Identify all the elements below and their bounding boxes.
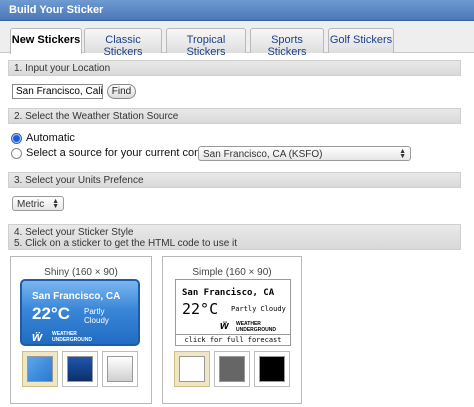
tab-new-stickers[interactable]: New Stickers: [10, 28, 82, 54]
tab-sports-stickers[interactable]: Sports Stickers: [250, 28, 324, 58]
simple-brand: WEATHER UNDERGROUND: [236, 321, 276, 333]
tab-tropical-stickers[interactable]: Tropical Stickers: [166, 28, 246, 58]
select-arrows-icon: ▲ ▼: [399, 148, 406, 160]
select-source-radio[interactable]: [11, 148, 22, 159]
window-title: Build Your Sticker: [0, 0, 474, 21]
shiny-brand-line2: UNDERGROUND: [52, 337, 92, 343]
shiny-style-title: Shiny (160 × 90): [44, 267, 118, 278]
simple-sticker-preview[interactable]: San Francisco, CA 22°C Partly Cloudy ẅ W…: [175, 279, 291, 346]
shiny-sticker-preview[interactable]: San Francisco, CA 22°C Partly Cloudy ẅ W…: [20, 279, 140, 346]
step4-heading: 4. Select your Sticker Style: [14, 227, 134, 238]
simple-temp: 22°C: [182, 300, 219, 318]
location-input[interactable]: San Francisco, Califor: [12, 84, 103, 99]
tab-golf-stickers[interactable]: Golf Stickers: [328, 28, 394, 53]
wu-logo-icon: ẅ: [220, 320, 229, 332]
tab-classic-stickers[interactable]: Classic Stickers: [84, 28, 162, 58]
units-select[interactable]: Metric ▲ ▼: [12, 196, 64, 211]
shiny-swatch-blue[interactable]: [22, 351, 58, 387]
step2-heading: 2. Select the Weather Station Source: [8, 108, 461, 124]
tab-bar: New Stickers Classic Stickers Tropical S…: [0, 21, 474, 58]
select-arrows-icon: ▲ ▼: [52, 198, 59, 210]
simple-divider: [176, 334, 290, 335]
swatch-color: [179, 356, 205, 382]
shiny-swatch-silver[interactable]: [102, 351, 138, 387]
simple-swatch-white[interactable]: [174, 351, 210, 387]
step3-heading: 3. Select your Units Prefence: [8, 172, 461, 188]
shiny-temp: 22°C: [32, 304, 70, 323]
step45-heading: 4. Select your Sticker Style 5. Click on…: [8, 224, 461, 250]
swatch-color: [27, 356, 53, 382]
shiny-swatch-navy[interactable]: [62, 351, 98, 387]
station-source-value: San Francisco, CA (KSFO): [203, 149, 323, 160]
shiny-city: San Francisco, CA: [32, 291, 121, 302]
step5-heading: 5. Click on a sticker to get the HTML co…: [14, 238, 238, 249]
swatch-color: [67, 356, 93, 382]
find-button[interactable]: Find: [107, 84, 136, 99]
simple-brand-line2: UNDERGROUND: [236, 327, 276, 333]
swatch-color: [107, 356, 133, 382]
step1-heading: 1. Input your Location: [8, 60, 461, 76]
swatch-color: [219, 356, 245, 382]
simple-condition: Partly Cloudy: [231, 305, 286, 313]
swatch-color: [259, 356, 285, 382]
simple-footer: click for full forecast: [184, 336, 282, 344]
wu-logo-icon: ẅ: [32, 329, 43, 344]
automatic-radio[interactable]: [11, 133, 22, 144]
simple-swatch-black[interactable]: [254, 351, 290, 387]
simple-swatch-gray[interactable]: [214, 351, 250, 387]
automatic-label: Automatic: [26, 132, 75, 144]
simple-style-title: Simple (160 × 90): [192, 267, 272, 278]
shiny-brand: WEATHER UNDERGROUND: [52, 331, 92, 343]
simple-city: San Francisco, CA: [182, 288, 275, 298]
shiny-condition: Partly Cloudy: [84, 307, 109, 325]
station-source-select[interactable]: San Francisco, CA (KSFO) ▲ ▼: [198, 146, 411, 161]
units-value: Metric: [17, 199, 45, 210]
